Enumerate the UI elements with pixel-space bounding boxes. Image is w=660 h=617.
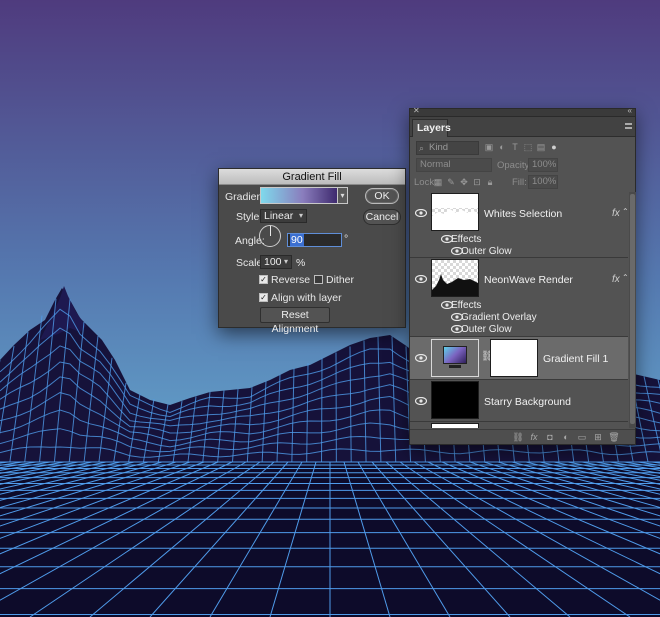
lock-position-icon[interactable]: ✥ <box>458 176 470 188</box>
visibility-eye-icon[interactable] <box>415 397 427 405</box>
panel-titlebar: ✕ « <box>410 106 635 117</box>
layer-name[interactable]: NeonWave Render <box>484 274 573 286</box>
layer-row-partial[interactable] <box>410 422 628 428</box>
effect-outer-glow[interactable]: Outer Glow <box>461 246 512 257</box>
fill-input[interactable]: 100% <box>528 175 558 189</box>
layer-list: Whites Selection fx ⌃ Effects Outer Glow… <box>410 192 628 428</box>
filter-toggle-icon[interactable]: ● <box>548 141 560 153</box>
link-icon[interactable]: ⛓︎ <box>512 432 524 443</box>
close-icon[interactable]: ✕ <box>413 106 420 115</box>
mask-icon[interactable]: ◘ <box>544 432 556 443</box>
lock-all-icon[interactable]: 🔒︎ <box>484 176 496 188</box>
dialog-title: Gradient Fill <box>219 169 405 185</box>
collapse-effects-icon[interactable]: ⌃ <box>622 273 628 282</box>
fx-icon[interactable]: fx <box>612 274 620 285</box>
layer-name[interactable]: Whites Selection <box>484 208 562 220</box>
percent-symbol: % <box>296 257 306 269</box>
dither-label: Dither <box>326 274 355 286</box>
blend-mode-select[interactable]: Normal <box>416 158 492 172</box>
fill-layer-thumbnail[interactable] <box>431 339 479 377</box>
kind-placeholder: Kind <box>429 142 449 153</box>
panel-tabbar: Layers <box>410 117 635 137</box>
panel-footer: ⛓︎ fx ◘ ◐ ▭ ⊞ 🗑︎ <box>410 429 635 444</box>
layer-row-neonwave-render[interactable]: NeonWave Render fx ⌃ Effects Gradient Ov… <box>410 258 628 337</box>
layer-thumbnail <box>431 381 479 419</box>
layer-mask-thumbnail[interactable] <box>490 339 538 377</box>
panel-menu-icon[interactable] <box>625 123 632 129</box>
style-select[interactable]: Linear ▾ <box>260 209 307 223</box>
reset-alignment-button[interactable]: Reset Alignment <box>260 307 330 335</box>
opacity-input[interactable]: 100% <box>528 158 558 172</box>
adjustment-filter-icon[interactable]: ◐ <box>496 141 508 153</box>
collapse-effects-icon[interactable]: ⌃ <box>622 207 628 216</box>
visibility-eye-icon[interactable] <box>415 209 427 217</box>
lock-artboard-icon[interactable]: ⊡ <box>471 176 483 188</box>
collapse-icon[interactable]: « <box>628 106 632 115</box>
type-filter-icon[interactable]: T <box>509 141 521 153</box>
scale-chevron-icon: ▾ <box>283 257 288 266</box>
lock-transparency-icon[interactable]: ▦ <box>432 176 444 188</box>
search-icon: ⌕ <box>419 143 425 153</box>
gradient-swatch[interactable] <box>260 187 338 204</box>
scrollbar-thumb[interactable] <box>630 194 635 424</box>
fx-icon[interactable]: fx <box>528 432 540 443</box>
effects-label: Effects <box>451 300 482 311</box>
layer-name[interactable]: Gradient Fill 1 <box>543 353 608 365</box>
effect-outer-glow[interactable]: Outer Glow <box>461 324 512 335</box>
pixel-filter-icon[interactable]: ▣ <box>483 141 495 153</box>
layer-thumbnail <box>431 259 479 297</box>
layer-list-scrollbar[interactable] <box>629 192 636 428</box>
gradient-fill-dialog: Gradient Fill Gradient: ▾ OK Cancel Styl… <box>218 168 406 335</box>
angle-dial[interactable] <box>259 225 281 247</box>
layer-row-gradient-fill-1[interactable]: ⛓︎ Gradient Fill 1 <box>410 337 628 380</box>
fill-icon-stand <box>449 365 461 368</box>
dither-checkbox[interactable] <box>314 275 323 284</box>
layer-thumbnail <box>431 423 479 428</box>
lock-row: Lock: ▦ ✎ ✥ ⊡ 🔒︎ Fill: 100% <box>410 173 635 193</box>
ok-button[interactable]: OK <box>365 188 399 204</box>
cancel-button[interactable]: Cancel <box>363 209 401 225</box>
visibility-eye-icon[interactable] <box>415 275 427 283</box>
align-with-layer-label: Align with layer <box>271 292 342 304</box>
effect-gradient-overlay[interactable]: Gradient Overlay <box>461 312 537 323</box>
angle-input[interactable]: 90 <box>287 233 342 247</box>
style-label: Style: <box>236 211 263 223</box>
adjustment-icon[interactable]: ◐ <box>560 432 572 443</box>
new-layer-icon[interactable]: ⊞ <box>592 432 604 443</box>
trash-icon[interactable]: 🗑︎ <box>608 432 620 443</box>
reverse-checkbox[interactable]: ✓ <box>259 275 268 284</box>
folder-icon[interactable]: ▭ <box>576 432 588 443</box>
visibility-eye-icon[interactable] <box>415 354 427 362</box>
degree-symbol: ° <box>344 233 349 245</box>
layer-thumbnail <box>431 193 479 231</box>
scale-input[interactable]: 100 ▾ <box>260 255 292 269</box>
lock-pixels-icon[interactable]: ✎ <box>445 176 457 188</box>
reverse-label: Reverse <box>271 274 311 286</box>
filter-row: ⌕ Kind ▣ ◐ T ⬚ ▤ ● <box>410 138 635 158</box>
style-chevron-icon: ▾ <box>298 211 303 220</box>
layer-name[interactable]: Starry Background <box>484 396 571 408</box>
style-value: Linear <box>264 210 294 222</box>
layers-panel: ✕ « Layers ⌕ Kind ▣ ◐ T ⬚ ▤ ● Normal Opa… <box>409 106 636 445</box>
smartobject-filter-icon[interactable]: ▤ <box>535 141 547 153</box>
gradient-dropdown-chevron-icon[interactable]: ▾ <box>338 187 348 204</box>
fill-label: Fill: <box>512 177 527 188</box>
effects-label: Effects <box>451 234 482 245</box>
scale-value: 100 <box>264 256 282 268</box>
gradient-fill-icon <box>443 346 467 364</box>
shape-filter-icon[interactable]: ⬚ <box>522 141 534 153</box>
fx-icon[interactable]: fx <box>612 208 620 219</box>
align-with-layer-checkbox[interactable]: ✓ <box>259 293 268 302</box>
angle-value: 90 <box>290 234 304 246</box>
layer-row-whites-selection[interactable]: Whites Selection fx ⌃ Effects Outer Glow <box>410 192 628 258</box>
opacity-label: Opacity: <box>497 160 532 171</box>
tab-layers[interactable]: Layers <box>412 119 451 137</box>
layer-row-starry-background[interactable]: Starry Background <box>410 380 628 422</box>
kind-filter-select[interactable]: ⌕ Kind <box>416 141 479 155</box>
